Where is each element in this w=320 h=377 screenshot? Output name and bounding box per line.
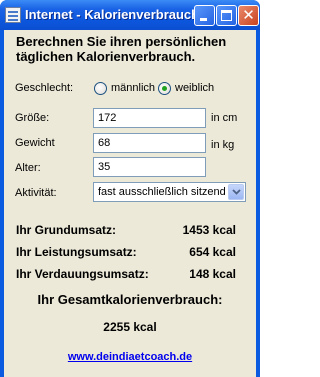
total-value: 2255 kcal	[103, 320, 157, 334]
radio-male[interactable]	[94, 82, 107, 95]
weight-input[interactable]: 68	[93, 133, 206, 153]
weight-label: Gewicht	[15, 137, 55, 149]
digestion-value: 148 kcal	[189, 267, 236, 281]
minimize-icon	[200, 18, 207, 21]
gender-label: Geschlecht:	[15, 82, 74, 94]
radio-selected-dot	[162, 86, 167, 91]
close-icon: ✕	[242, 6, 255, 24]
activity-selected-value: fast ausschließlich sitzend	[98, 186, 226, 198]
title-bar[interactable]: Internet - Kalorienverbrauch... ✕	[0, 0, 260, 30]
total-label: Ihr Gesamtkalorienverbrauch:	[37, 292, 223, 307]
chevron-down-icon	[232, 189, 241, 195]
close-button[interactable]: ✕	[238, 5, 259, 26]
radio-female-label[interactable]: weiblich	[175, 82, 214, 94]
activity-result-label: Ihr Leistungsumsatz:	[16, 245, 137, 259]
activity-label: Aktivität:	[15, 187, 57, 199]
form-heading: Berechnen Sie ihren persönlichen täglich…	[16, 34, 227, 64]
basal-value: 1453 kcal	[182, 223, 236, 237]
digestion-label: Ihr Verdauungsumsatz:	[16, 267, 149, 281]
minimize-button[interactable]	[194, 5, 215, 26]
maximize-button[interactable]	[216, 5, 237, 26]
age-label: Alter:	[15, 162, 41, 174]
app-icon[interactable]	[5, 7, 21, 23]
basal-label: Ihr Grundumsatz:	[16, 223, 117, 237]
radio-female[interactable]	[158, 82, 171, 95]
form-area: Berechnen Sie ihren persönlichen täglich…	[4, 30, 256, 377]
window-title: Internet - Kalorienverbrauch...	[25, 7, 210, 22]
website-link[interactable]: www.deindiaetcoach.de	[4, 351, 256, 363]
activity-select[interactable]: fast ausschließlich sitzend	[93, 182, 246, 202]
app-window: Internet - Kalorienverbrauch... ✕ Berech…	[0, 0, 260, 377]
height-unit: in cm	[211, 112, 238, 124]
height-label: Größe:	[15, 112, 50, 124]
radio-male-label[interactable]: männlich	[111, 82, 155, 94]
age-input[interactable]: 35	[93, 157, 206, 177]
height-input[interactable]: 172	[93, 108, 206, 128]
weight-unit: in kg	[211, 139, 235, 151]
maximize-icon	[221, 10, 232, 21]
activity-result-value: 654 kcal	[189, 245, 236, 259]
dropdown-button[interactable]	[228, 184, 244, 200]
